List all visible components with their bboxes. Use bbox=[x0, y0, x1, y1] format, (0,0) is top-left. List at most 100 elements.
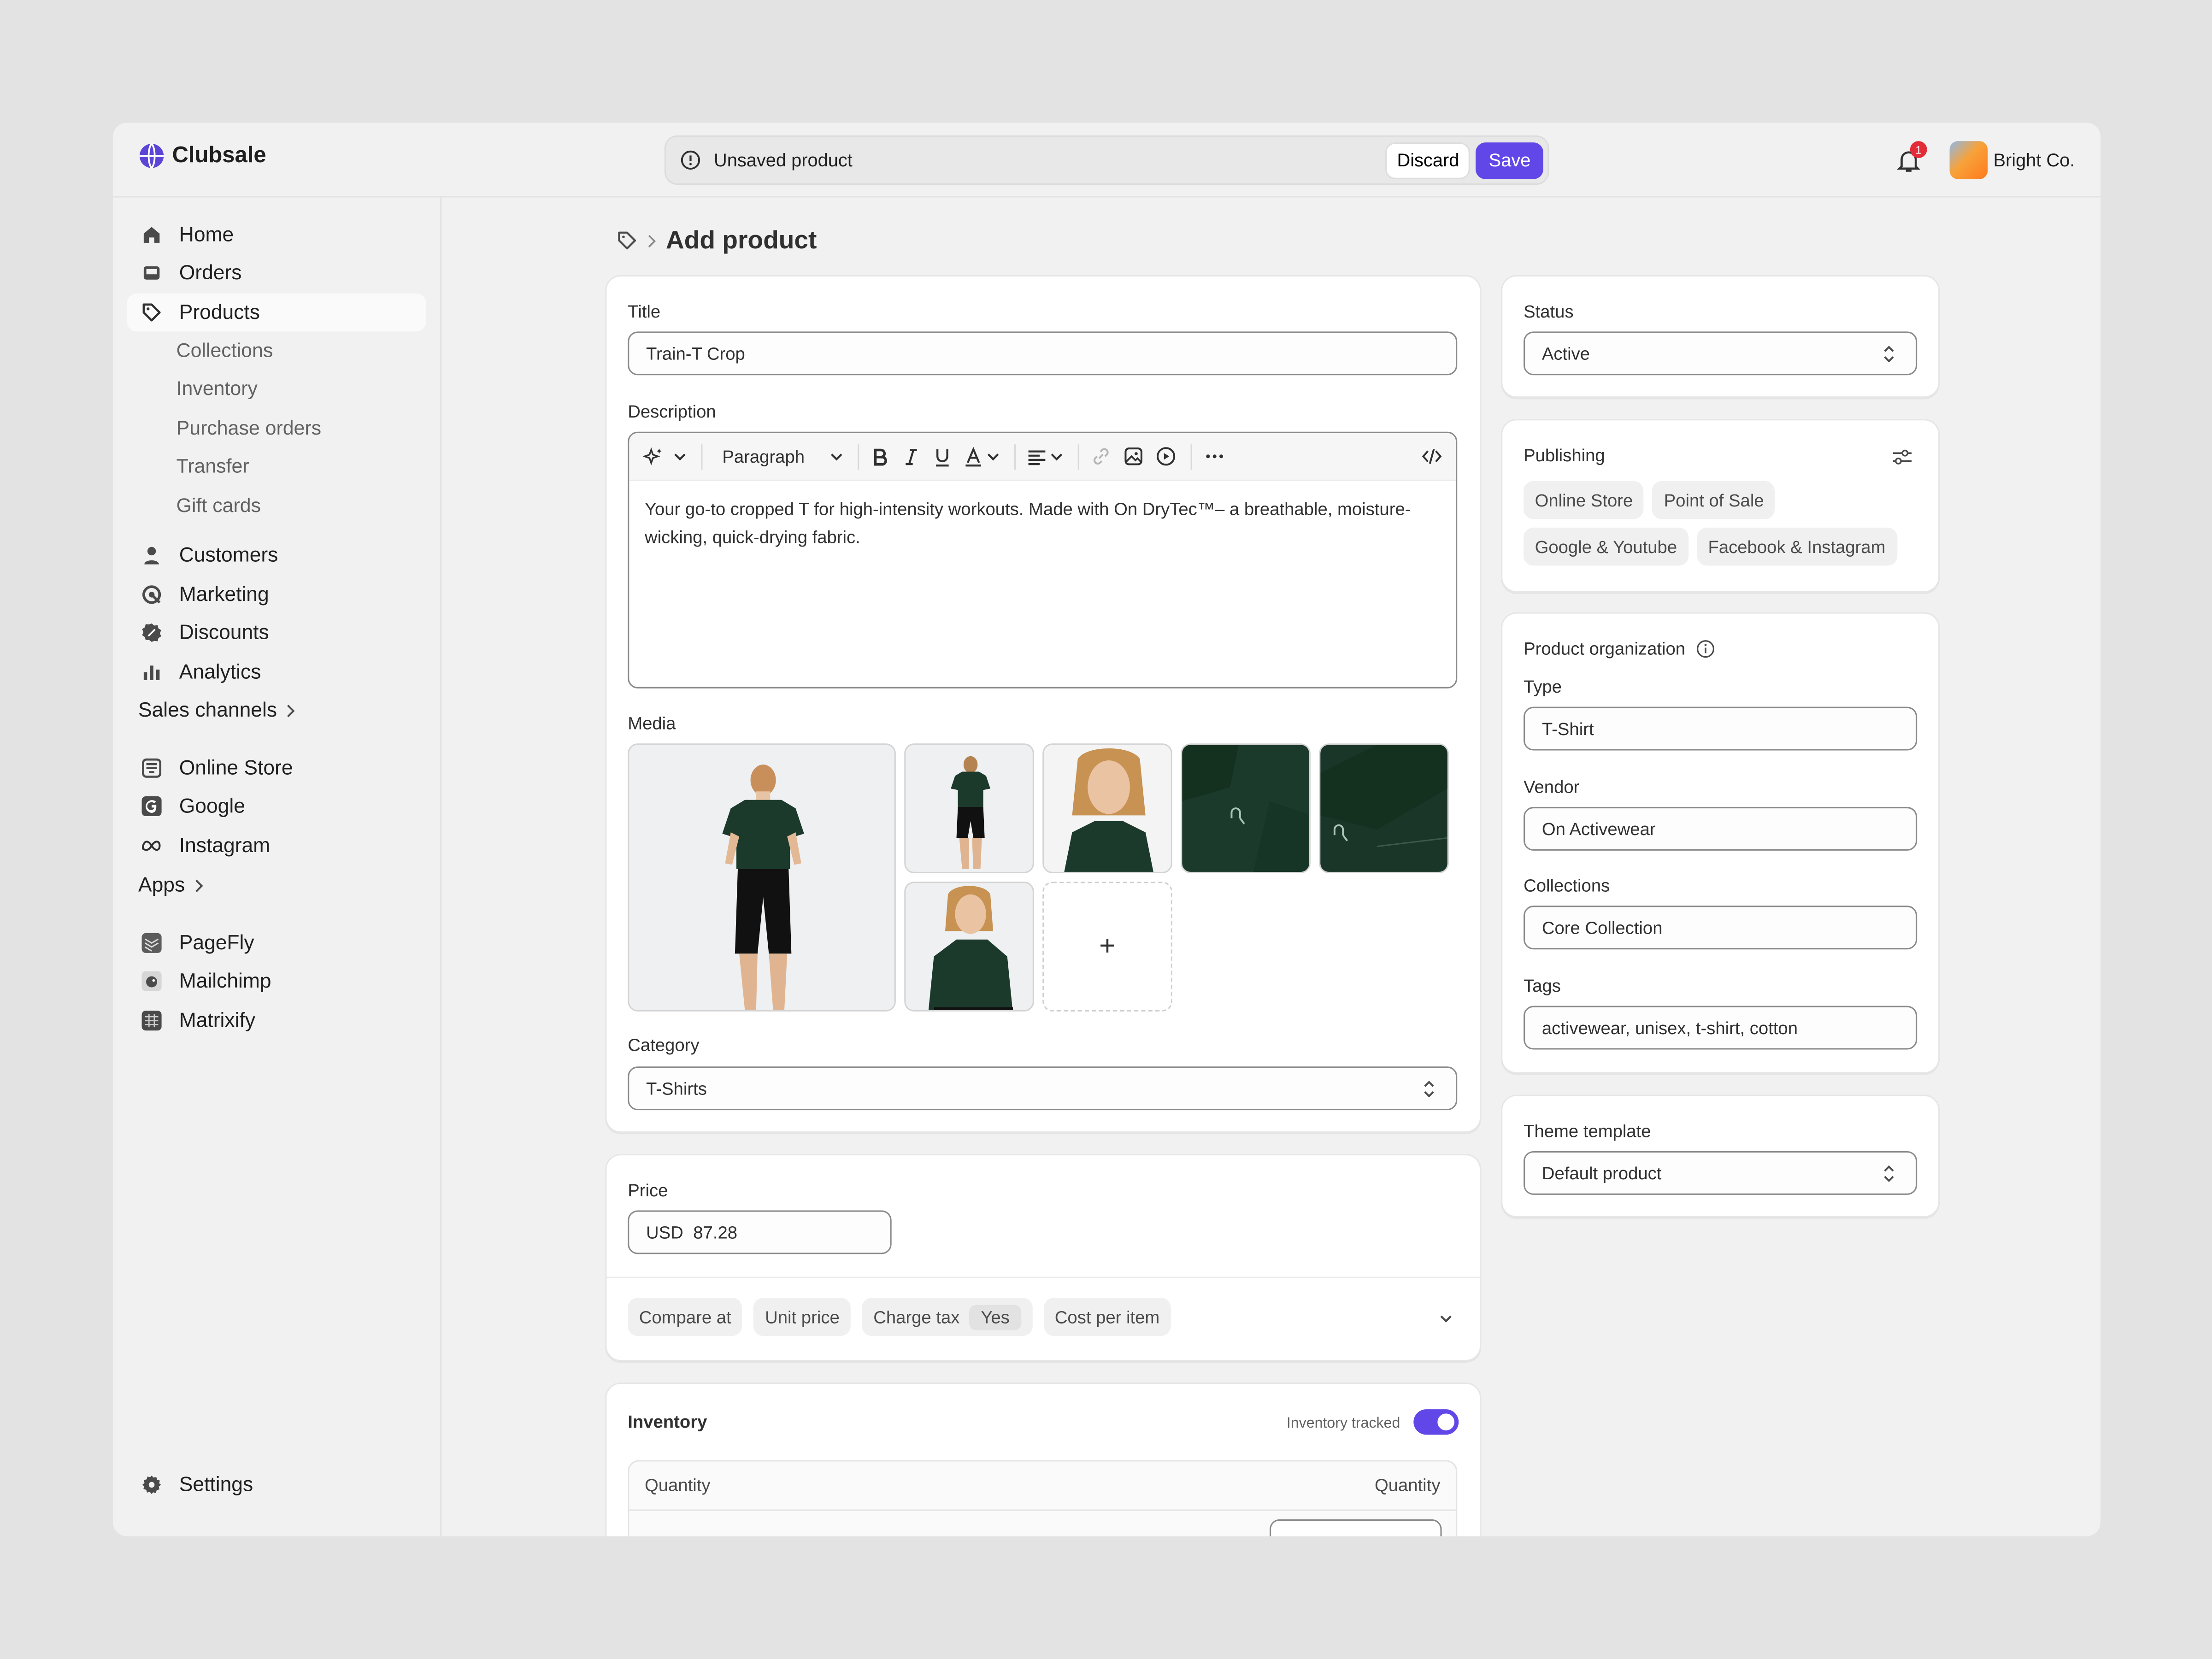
media-thumb-portrait[interactable] bbox=[1042, 743, 1172, 873]
sidebar-item-marketing[interactable]: Marketing bbox=[127, 576, 426, 614]
toolbar-divider bbox=[1078, 443, 1080, 469]
bold-icon bbox=[874, 448, 888, 465]
tag-icon[interactable] bbox=[617, 230, 638, 251]
charge-tax-chip[interactable]: Charge tax Yes bbox=[862, 1298, 1032, 1336]
sidebar-subitem-purchase-orders[interactable]: Purchase orders bbox=[176, 416, 321, 439]
sidebar-item-mailchimp[interactable]: Mailchimp bbox=[127, 962, 426, 1000]
sidebar-item-orders[interactable]: Orders bbox=[127, 254, 426, 292]
media-thumb-back[interactable] bbox=[904, 743, 1034, 873]
inventory-col-right: Quantity bbox=[1374, 1476, 1441, 1495]
discard-button[interactable]: Discard bbox=[1385, 141, 1471, 179]
description-editor: Paragraph Your go-to cropped T for high-… bbox=[628, 431, 1458, 688]
link-button[interactable] bbox=[1091, 446, 1112, 467]
account-menu[interactable]: Bright Co. bbox=[1949, 141, 2075, 179]
sidebar-item-home[interactable]: Home bbox=[127, 216, 426, 254]
unit-price-chip[interactable]: Unit price bbox=[753, 1298, 851, 1336]
sliders-icon[interactable] bbox=[1892, 447, 1913, 467]
brand-logo[interactable]: Clubsale bbox=[138, 142, 266, 169]
tags-input[interactable]: activewear, unisex, t-shirt, cotton bbox=[1524, 1006, 1918, 1050]
notification-badge: 1 bbox=[1910, 141, 1927, 158]
sidebar-item-label: Instagram bbox=[179, 834, 271, 857]
text-color-button[interactable] bbox=[964, 446, 1001, 466]
sidebar-subitem-collections[interactable]: Collections bbox=[176, 339, 273, 361]
sidebar-item-settings[interactable]: Settings bbox=[127, 1466, 426, 1504]
sidebar-item-online-store[interactable]: Online Store bbox=[127, 749, 426, 787]
org-title: Product organization bbox=[1524, 639, 1686, 659]
media-thumb-side[interactable] bbox=[904, 882, 1034, 1012]
quantity-input[interactable] bbox=[1270, 1519, 1442, 1536]
vendor-label: Vendor bbox=[1524, 777, 1580, 797]
status-select[interactable]: Active bbox=[1524, 331, 1918, 376]
ai-sparkle-button[interactable] bbox=[643, 446, 687, 467]
vendor-input[interactable]: On Activewear bbox=[1524, 807, 1918, 851]
theme-template-label: Theme template bbox=[1524, 1121, 1651, 1141]
select-arrows-icon bbox=[1884, 346, 1894, 363]
channel-chip-point-of-sale[interactable]: Point of Sale bbox=[1653, 481, 1776, 519]
theme-template-select[interactable]: Default product bbox=[1524, 1151, 1918, 1195]
brand-name: Clubsale bbox=[172, 143, 266, 167]
sidebar-item-products[interactable]: Products bbox=[127, 293, 426, 332]
sales-channels-heading[interactable]: Sales channels bbox=[138, 700, 297, 722]
google-icon bbox=[141, 796, 162, 817]
channel-chip-google-youtube[interactable]: Google & Youtube bbox=[1524, 527, 1688, 566]
product-photo-back-view bbox=[951, 756, 990, 869]
paragraph-format-select[interactable]: Paragraph bbox=[722, 447, 844, 466]
inventory-tracked-label: Inventory tracked bbox=[1286, 1415, 1400, 1432]
mailchimp-icon bbox=[141, 971, 162, 992]
insert-video-button[interactable] bbox=[1156, 446, 1177, 467]
sidebar-subitem-inventory[interactable]: Inventory bbox=[176, 377, 258, 399]
sidebar-item-analytics[interactable]: Analytics bbox=[127, 653, 426, 691]
save-button[interactable]: Save bbox=[1476, 141, 1543, 179]
bold-button[interactable] bbox=[871, 447, 891, 466]
more-options-button[interactable] bbox=[1204, 446, 1226, 467]
sidebar-subitem-transfer[interactable]: Transfer bbox=[176, 454, 249, 477]
add-media-button[interactable]: + bbox=[1042, 882, 1172, 1012]
media-thumb-logo-detail[interactable] bbox=[1181, 743, 1311, 873]
inventory-tracked-toggle[interactable] bbox=[1413, 1409, 1459, 1435]
insert-image-button[interactable] bbox=[1124, 446, 1145, 467]
price-input[interactable]: USD 87.28 bbox=[628, 1210, 892, 1254]
sidebar-item-label: Analytics bbox=[179, 661, 261, 684]
type-input[interactable]: T-Shirt bbox=[1524, 706, 1918, 751]
sidebar-item-google[interactable]: Google bbox=[127, 787, 426, 825]
sales-channels-label: Sales channels bbox=[138, 700, 277, 723]
category-select[interactable]: T-Shirts bbox=[628, 1066, 1458, 1111]
apps-heading[interactable]: Apps bbox=[138, 875, 205, 897]
sidebar-item-label: Settings bbox=[179, 1473, 253, 1496]
sidebar-item-label: Home bbox=[179, 224, 234, 247]
sidebar-item-discounts[interactable]: Discounts bbox=[127, 614, 426, 652]
publishing-channels: Online Store Point of Sale Google & Yout… bbox=[1524, 481, 1925, 566]
breadcrumb: Add product bbox=[617, 226, 817, 255]
sparkle-icon bbox=[643, 447, 662, 465]
media-main-image[interactable] bbox=[628, 743, 896, 1012]
italic-button[interactable] bbox=[902, 447, 922, 466]
pagefly-icon bbox=[141, 932, 162, 953]
price-amount: 87.28 bbox=[693, 1222, 738, 1242]
info-icon[interactable] bbox=[1695, 639, 1715, 659]
product-photo-side-view bbox=[928, 886, 1013, 1010]
sidebar-item-label: Google bbox=[179, 794, 245, 818]
media-thumb-fabric-detail[interactable] bbox=[1319, 743, 1449, 873]
store-avatar bbox=[1949, 141, 1988, 179]
sidebar-item-pagefly[interactable]: PageFly bbox=[127, 924, 426, 962]
collections-input[interactable]: Core Collection bbox=[1524, 906, 1918, 950]
underline-icon bbox=[936, 448, 949, 466]
description-text[interactable]: Your go-to cropped T for high-intensity … bbox=[629, 481, 1456, 566]
channel-chip-facebook-instagram[interactable]: Facebook & Instagram bbox=[1697, 527, 1897, 566]
compare-at-chip[interactable]: Compare at bbox=[628, 1298, 743, 1336]
matrixify-icon bbox=[141, 1010, 162, 1031]
underline-button[interactable] bbox=[933, 447, 953, 466]
chevron-down-icon[interactable] bbox=[1439, 1313, 1453, 1324]
sidebar-subitem-gift-cards[interactable]: Gift cards bbox=[176, 494, 261, 516]
sidebar-item-matrixify[interactable]: Matrixify bbox=[127, 1001, 426, 1040]
sidebar-item-instagram[interactable]: Instagram bbox=[127, 827, 426, 865]
title-input[interactable]: Train-T Crop bbox=[628, 331, 1458, 376]
sidebar-item-customers[interactable]: Customers bbox=[127, 536, 426, 574]
channel-chip-online-store[interactable]: Online Store bbox=[1524, 481, 1644, 519]
code-view-button[interactable] bbox=[1421, 446, 1443, 467]
cost-per-item-chip[interactable]: Cost per item bbox=[1043, 1298, 1171, 1336]
align-button[interactable] bbox=[1028, 447, 1065, 466]
sidebar: Home Orders Products Collections Invento… bbox=[113, 197, 442, 1536]
text-color-icon bbox=[966, 446, 982, 466]
inventory-title: Inventory bbox=[628, 1412, 707, 1432]
